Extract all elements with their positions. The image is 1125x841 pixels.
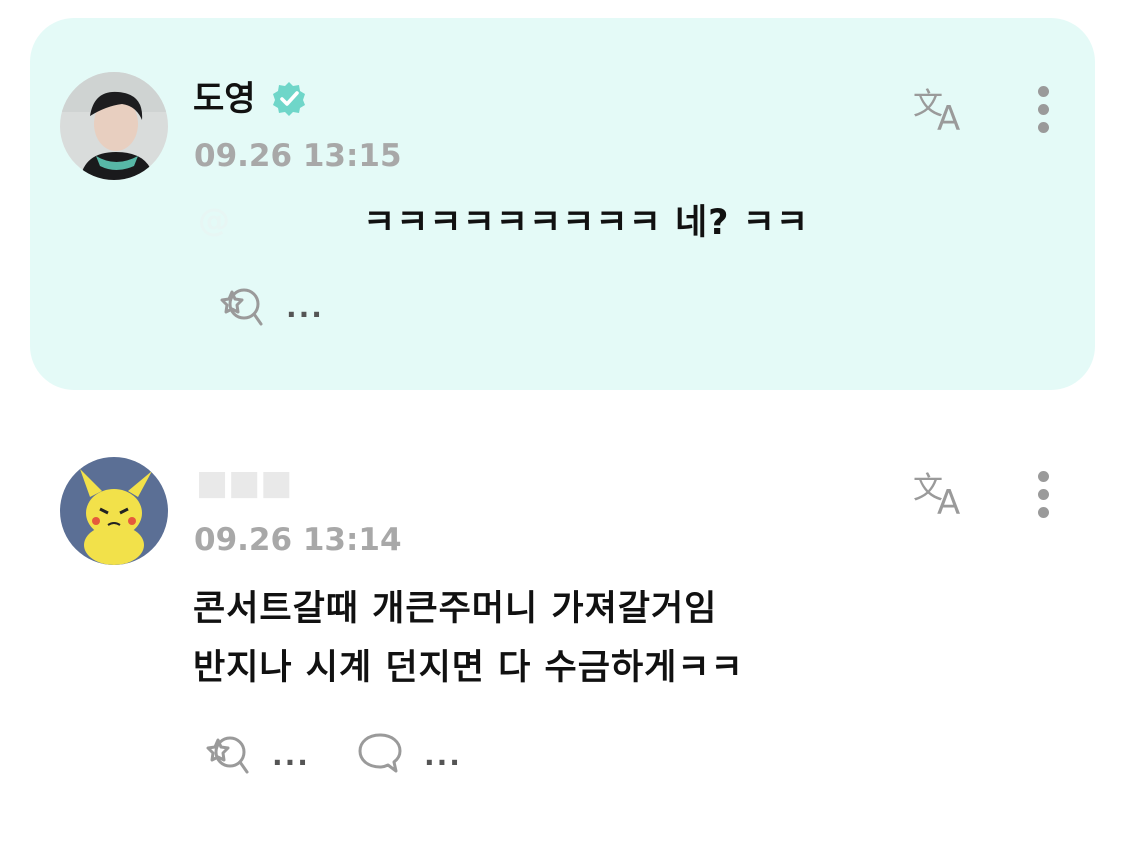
verified-badge-icon — [273, 82, 305, 116]
post-comment-count: ... — [424, 739, 462, 772]
post-timestamp: 09.26 13:14 — [194, 522, 402, 558]
user-name-blurred[interactable]: ■■■ — [196, 466, 292, 500]
add-reaction-icon[interactable] — [214, 282, 266, 330]
translate-icon[interactable]: 文 A — [911, 468, 973, 520]
svg-text:A: A — [937, 99, 960, 136]
reply-text: ㅋㅋㅋㅋㅋㅋㅋㅋㅋ 네? ㅋㅋ — [363, 203, 810, 243]
user-avatar[interactable] — [60, 457, 168, 565]
artist-name[interactable]: 도영 — [193, 82, 256, 116]
reply-reaction-count: ... — [286, 291, 324, 324]
artist-avatar[interactable] — [60, 72, 168, 180]
more-vertical-icon[interactable] — [1036, 86, 1050, 136]
comment-bubble-icon[interactable] — [356, 730, 404, 776]
more-vertical-icon[interactable] — [1036, 471, 1050, 521]
post-reaction-count: ... — [272, 739, 310, 772]
add-reaction-icon[interactable] — [200, 730, 252, 778]
post-text-line-2: 반지나 시계 던지면 다 수금하게ㅋㅋ — [193, 648, 744, 688]
svg-text:A: A — [937, 483, 960, 520]
post-text-line-1: 콘서트갈때 개큰주머니 가져갈거임 — [193, 589, 718, 629]
translate-icon[interactable]: 文 A — [911, 84, 973, 136]
reply-timestamp: 09.26 13:15 — [194, 138, 402, 174]
faded-mention: @ — [198, 201, 230, 239]
